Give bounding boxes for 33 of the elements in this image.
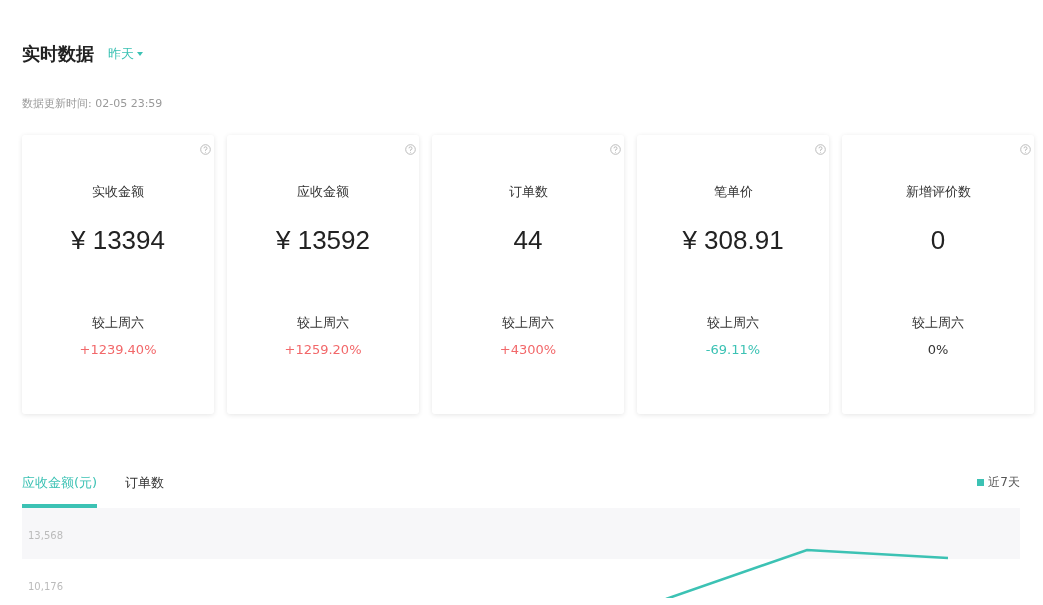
change-percent: 0% — [927, 342, 949, 357]
metric-value: ¥ 13394 — [71, 225, 165, 256]
metric-label: 应收金额 — [297, 183, 349, 201]
change-percent: +1259.20% — [284, 342, 362, 357]
change-percent: +1239.40% — [79, 342, 157, 357]
metric-value: ¥ 308.91 — [682, 225, 784, 256]
compare-label: 较上周六 — [912, 314, 964, 332]
change-percent: +4300% — [499, 342, 557, 357]
help-icon[interactable] — [200, 144, 211, 155]
change-percent: -69.11% — [705, 342, 761, 357]
chart-tab[interactable]: 订单数 — [125, 474, 165, 508]
metric-value: 0 — [930, 225, 946, 256]
metric-value: 44 — [513, 225, 543, 256]
y-axis-label: 13,568 — [28, 530, 63, 541]
compare-label: 较上周六 — [92, 314, 144, 332]
update-time: 数据更新时间: 02-05 23:59 — [22, 96, 164, 111]
compare-label: 较上周六 — [502, 314, 554, 332]
help-icon[interactable] — [610, 144, 621, 155]
help-icon[interactable] — [815, 144, 826, 155]
metric-label: 订单数 — [508, 183, 548, 201]
y-axis-label: 10,176 — [28, 581, 63, 592]
compare-label: 较上周六 — [707, 314, 759, 332]
compare-label: 较上周六 — [297, 314, 349, 332]
legend-label[interactable]: 近7天 — [988, 474, 1020, 491]
help-icon[interactable] — [405, 144, 416, 155]
metric-label: 笔单价 — [713, 183, 753, 201]
legend-marker — [977, 479, 985, 486]
metric-label: 新增评价数 — [905, 183, 971, 201]
caret-icon — [137, 52, 143, 56]
metric-label: 实收金额 — [92, 183, 144, 201]
metric-value: ¥ 13592 — [276, 225, 370, 256]
help-icon[interactable] — [1020, 144, 1031, 155]
section-title: 实时数据 — [22, 42, 94, 66]
